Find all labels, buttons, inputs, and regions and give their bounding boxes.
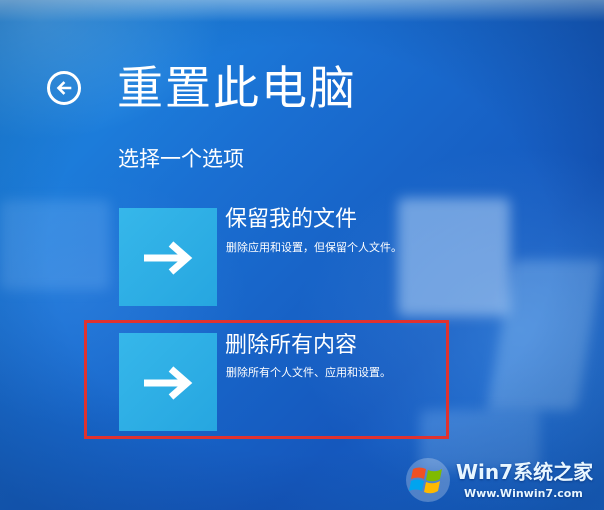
keep-files-option-description: 删除应用和设置，但保留个人文件。	[226, 241, 402, 254]
back-button[interactable]	[47, 71, 81, 105]
keep-files-option-title[interactable]: 保留我的文件	[225, 206, 357, 234]
keep-files-option-tile[interactable]	[119, 208, 217, 306]
highlight-annotation-box	[84, 320, 449, 439]
right-arrow-icon	[144, 241, 193, 275]
site-watermark: Win7系统之家 Www.Winwin7.com	[404, 456, 600, 506]
page-title: 重置此电脑	[117, 61, 357, 115]
watermark-brand: Win7系统之家	[456, 460, 594, 484]
watermark-url: Www.Winwin7.com	[464, 487, 583, 500]
back-arrow-icon	[56, 81, 72, 95]
windows-logo-icon	[406, 458, 450, 502]
reset-pc-screen: 重置此电脑 选择一个选项 保留我的文件 删除应用和设置，但保留个人文件。 删除所…	[0, 0, 604, 510]
page-subtitle: 选择一个选项	[118, 147, 244, 171]
